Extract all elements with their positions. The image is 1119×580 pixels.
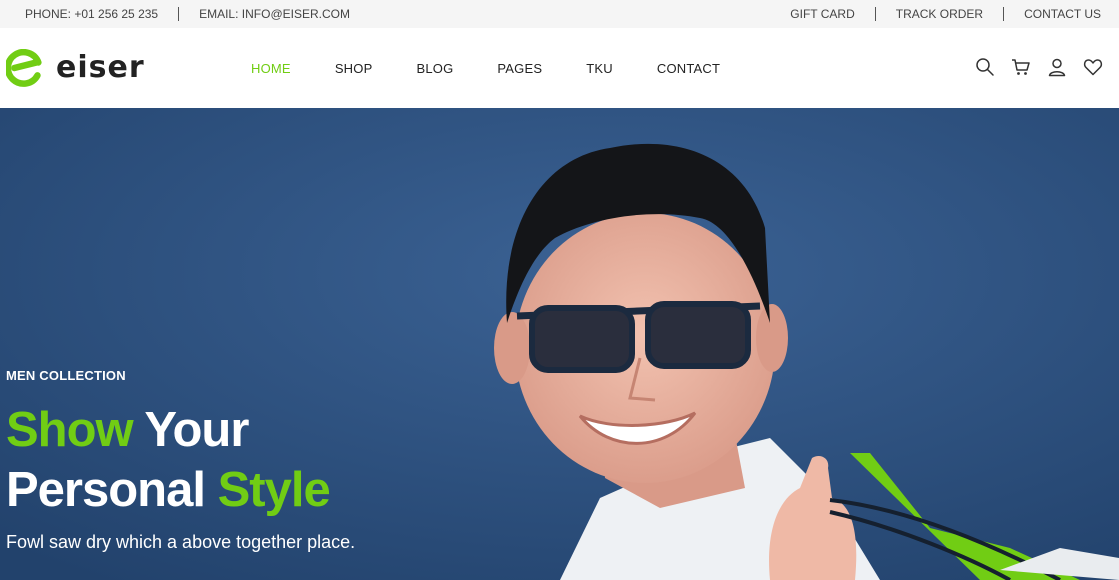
- hero-description: Fowl saw dry which a above together plac…: [6, 532, 356, 552]
- heart-icon[interactable]: [1083, 57, 1103, 77]
- hero-title-word: Show: [6, 403, 134, 457]
- main-header: eiser HOME SHOP BLOG PAGES TKU CONTACT: [0, 28, 1119, 108]
- hero-subtitle: MEN COLLECTION: [6, 368, 126, 383]
- hero-text: MEN COLLECTION Show Your Personal Style …: [6, 368, 355, 553]
- nav-item-contact[interactable]: CONTACT: [635, 61, 742, 76]
- track-order-link[interactable]: TRACK ORDER: [876, 7, 1003, 21]
- nav-item-home[interactable]: HOME: [229, 61, 313, 76]
- hero-title-word: Style: [217, 463, 331, 517]
- hero-title-word: Personal: [6, 463, 206, 517]
- hero-title-word: Your: [144, 403, 249, 457]
- cart-icon[interactable]: [1011, 57, 1031, 77]
- top-bar-links: GIFT CARD TRACK ORDER CONTACT US: [770, 0, 1119, 28]
- nav-item-blog[interactable]: BLOG: [394, 61, 475, 76]
- top-bar-contact: PHONE: +01 256 25 235 EMAIL: INFO@EISER.…: [0, 0, 370, 28]
- search-icon[interactable]: [975, 57, 995, 77]
- user-icon[interactable]: [1047, 57, 1067, 77]
- hero-banner: MEN COLLECTION Show Your Personal Style …: [0, 108, 1119, 580]
- header-icons: [959, 57, 1103, 77]
- top-bar: PHONE: +01 256 25 235 EMAIL: INFO@EISER.…: [0, 0, 1119, 28]
- nav-item-tku[interactable]: TKU: [564, 61, 635, 76]
- logo[interactable]: eiser: [6, 47, 145, 89]
- main-nav: HOME SHOP BLOG PAGES TKU CONTACT: [229, 28, 742, 108]
- logo-text: eiser: [56, 50, 145, 85]
- nav-item-pages[interactable]: PAGES: [475, 61, 564, 76]
- phone-text: PHONE: +01 256 25 235: [25, 7, 159, 21]
- logo-icon: [6, 49, 42, 87]
- nav-item-shop[interactable]: SHOP: [313, 61, 395, 76]
- contact-us-link[interactable]: CONTACT US: [1004, 7, 1119, 21]
- gift-card-link[interactable]: GIFT CARD: [770, 7, 874, 21]
- email-text[interactable]: EMAIL: INFO@EISER.COM: [179, 7, 370, 21]
- hero-title: Show Your Personal Style: [6, 400, 355, 520]
